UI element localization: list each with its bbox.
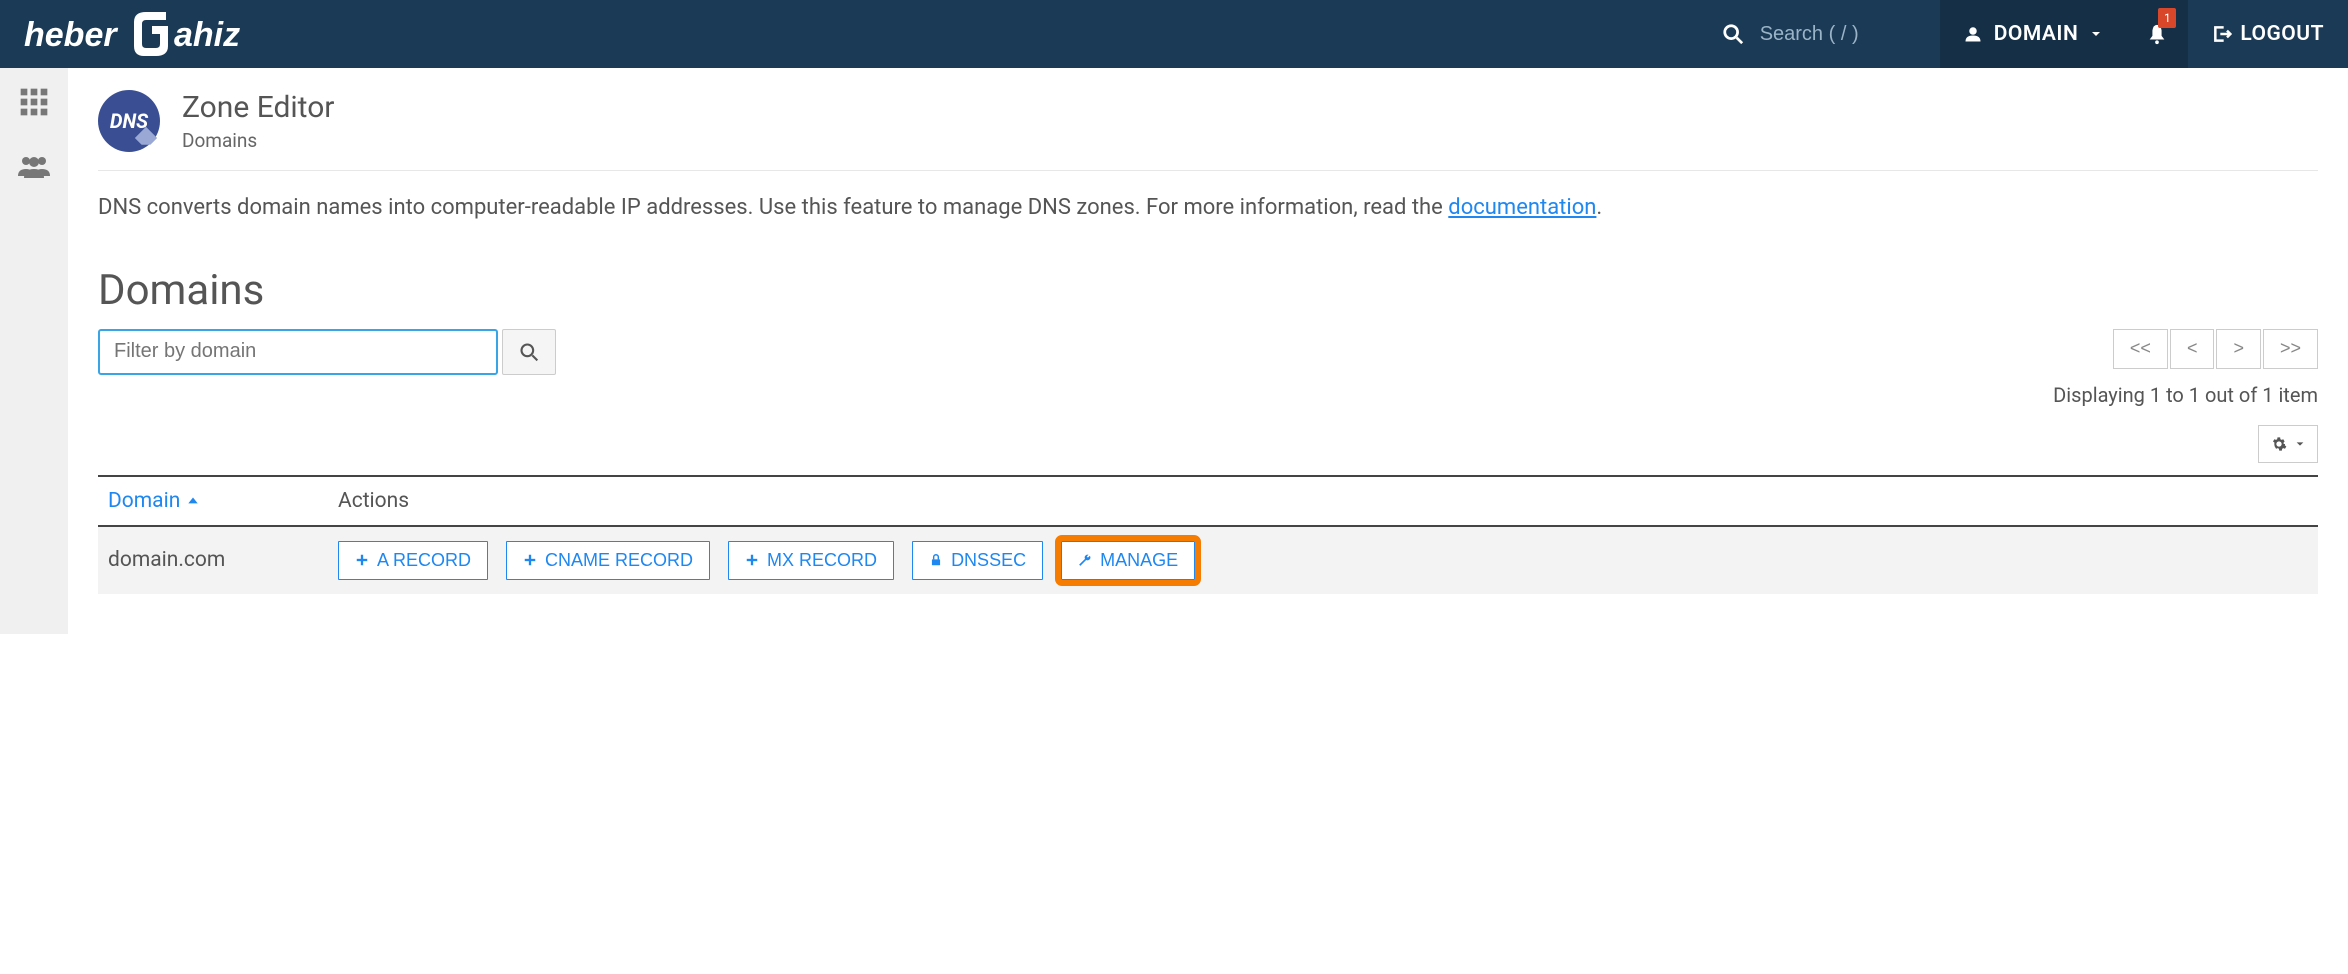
pager-prev-button[interactable]: < bbox=[2170, 329, 2215, 369]
notifications-button[interactable]: 1 bbox=[2126, 0, 2188, 68]
filter-search-button[interactable] bbox=[502, 329, 556, 375]
description-text: DNS converts domain names into computer-… bbox=[98, 195, 1448, 220]
description-post: . bbox=[1596, 195, 1602, 220]
user-icon bbox=[1964, 25, 1982, 43]
table-header: Domain Actions bbox=[98, 475, 2318, 527]
logout-label: LOGOUT bbox=[2240, 22, 2324, 46]
sidebar-users-icon[interactable] bbox=[16, 152, 52, 186]
chevron-down-icon bbox=[2295, 439, 2305, 449]
pager-first-button[interactable]: << bbox=[2113, 329, 2168, 369]
mx-record-label: MX RECORD bbox=[767, 550, 877, 571]
pager-last-button[interactable]: >> bbox=[2263, 329, 2318, 369]
gear-icon bbox=[2271, 436, 2287, 452]
brand-text: heber bbox=[24, 16, 118, 54]
search-icon bbox=[1722, 23, 1744, 45]
sidebar bbox=[0, 68, 68, 634]
sort-asc-icon bbox=[186, 494, 200, 508]
app-header: heber ahiz DOMAIN 1 LOGOUT bbox=[0, 0, 2348, 68]
sidebar-apps-icon[interactable] bbox=[18, 86, 50, 124]
manage-button[interactable]: MANAGE bbox=[1061, 541, 1195, 580]
table-row: domain.com A RECORD CNAME RECORD MX RECO… bbox=[98, 527, 2318, 594]
add-a-record-button[interactable]: A RECORD bbox=[338, 541, 488, 580]
page-title: Zone Editor bbox=[182, 90, 334, 125]
filter-input[interactable] bbox=[98, 329, 498, 375]
manage-label: MANAGE bbox=[1100, 550, 1178, 571]
page-header: DNS Zone Editor Domains bbox=[98, 90, 2318, 171]
user-menu[interactable]: DOMAIN bbox=[1940, 0, 2127, 68]
search-icon bbox=[519, 342, 539, 362]
pager-next-button[interactable]: > bbox=[2216, 329, 2261, 369]
add-cname-record-button[interactable]: CNAME RECORD bbox=[506, 541, 710, 580]
plus-icon bbox=[523, 553, 537, 567]
plus-icon bbox=[745, 553, 759, 567]
dnssec-label: DNSSEC bbox=[951, 550, 1026, 571]
brand-text-2: ahiz bbox=[174, 16, 240, 54]
dnssec-button[interactable]: DNSSEC bbox=[912, 541, 1043, 580]
pager: << < > >> bbox=[2053, 329, 2318, 369]
wrench-icon bbox=[1078, 553, 1092, 567]
user-label: DOMAIN bbox=[1994, 22, 2079, 46]
documentation-link[interactable]: documentation bbox=[1448, 195, 1596, 220]
logout-icon bbox=[2212, 24, 2232, 44]
main-content: DNS Zone Editor Domains DNS converts dom… bbox=[68, 68, 2348, 634]
brand-logo[interactable]: heber ahiz bbox=[0, 0, 308, 68]
logout-button[interactable]: LOGOUT bbox=[2188, 0, 2348, 68]
page-subtitle: Domains bbox=[182, 129, 334, 152]
lock-icon bbox=[929, 553, 943, 567]
notification-badge: 1 bbox=[2158, 8, 2176, 28]
page-description: DNS converts domain names into computer-… bbox=[98, 193, 2318, 224]
a-record-label: A RECORD bbox=[377, 550, 471, 571]
plus-icon bbox=[355, 553, 369, 567]
column-domain-label: Domain bbox=[108, 489, 180, 513]
domain-cell: domain.com bbox=[108, 548, 338, 572]
column-domain-sort[interactable]: Domain bbox=[108, 489, 338, 513]
table-settings-button[interactable] bbox=[2258, 425, 2318, 463]
column-actions-label: Actions bbox=[338, 489, 2308, 513]
cname-record-label: CNAME RECORD bbox=[545, 550, 693, 571]
domains-table: Domain Actions domain.com A RECORD bbox=[98, 475, 2318, 594]
search-input[interactable] bbox=[1760, 23, 1900, 46]
domains-heading: Domains bbox=[98, 266, 2318, 315]
header-search[interactable] bbox=[1722, 23, 1940, 46]
dns-badge-icon: DNS bbox=[98, 90, 160, 152]
add-mx-record-button[interactable]: MX RECORD bbox=[728, 541, 894, 580]
pager-status: Displaying 1 to 1 out of 1 item bbox=[2053, 383, 2318, 407]
chevron-down-icon bbox=[2090, 28, 2102, 40]
